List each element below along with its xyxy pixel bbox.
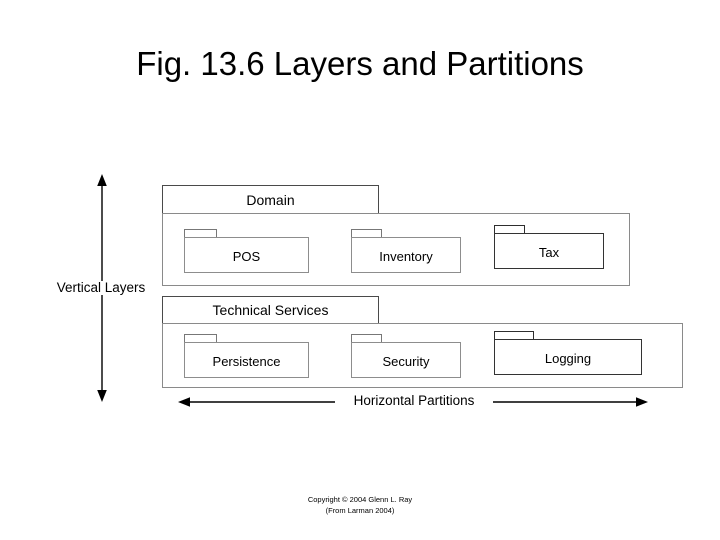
layer-name-domain: Domain bbox=[246, 192, 295, 208]
layer-package-domain: Domain POS Inventory Tax bbox=[162, 185, 630, 286]
package-persistence: Persistence bbox=[184, 334, 309, 378]
copyright-line-1: Copyright © 2004 Glenn L. Ray bbox=[307, 495, 413, 504]
package-name-logging: Logging bbox=[544, 351, 592, 366]
package-name-pos: POS bbox=[232, 249, 261, 264]
copyright-line-2: (From Larman 2004) bbox=[325, 506, 395, 515]
package-logging: Logging bbox=[494, 331, 642, 375]
package-security: Security bbox=[351, 334, 461, 378]
vertical-layers-label: Vertical Layers bbox=[45, 281, 157, 295]
package-name-inventory: Inventory bbox=[379, 249, 433, 264]
package-name-tax: Tax bbox=[538, 245, 560, 260]
package-name-security: Security bbox=[382, 354, 430, 369]
layer-name-technical-services: Technical Services bbox=[212, 302, 329, 318]
package-inventory: Inventory bbox=[351, 229, 461, 273]
layer-package-technical-services: Technical Services Persistence Security … bbox=[162, 296, 683, 388]
copyright-footer: Copyright © 2004 Glenn L. Ray (From Larm… bbox=[0, 494, 720, 516]
package-pos: POS bbox=[184, 229, 309, 273]
layers-and-partitions-diagram: Vertical Layers Domain POS Inventory Tax… bbox=[0, 0, 720, 540]
package-tax: Tax bbox=[494, 225, 604, 269]
horizontal-partitions-label: Horizontal Partitions bbox=[335, 394, 493, 408]
package-name-persistence: Persistence bbox=[212, 354, 281, 369]
